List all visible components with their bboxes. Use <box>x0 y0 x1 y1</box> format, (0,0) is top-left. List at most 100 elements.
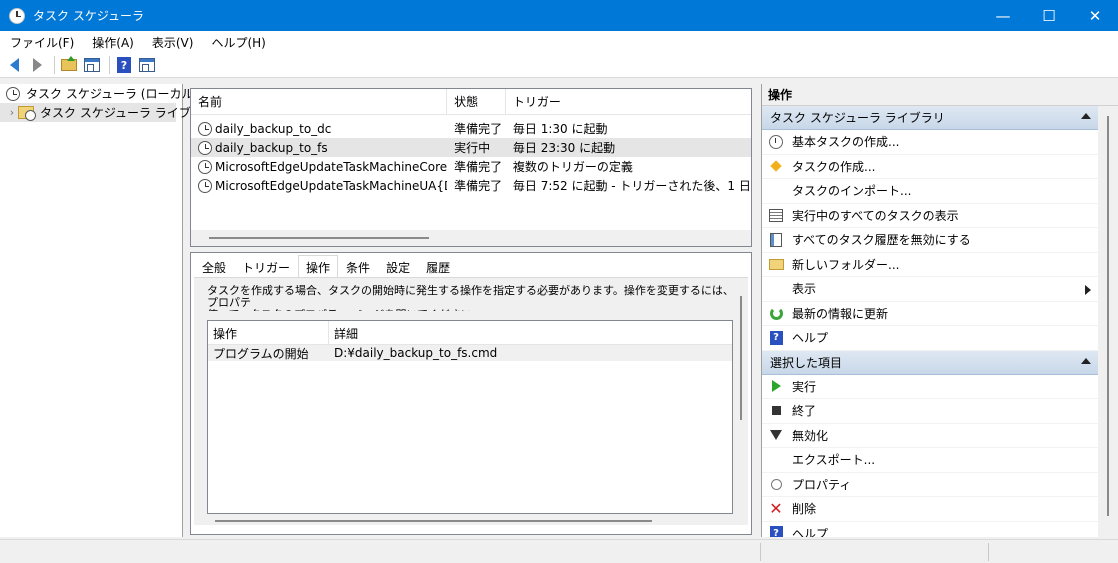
column-header-name[interactable]: 名前 <box>191 89 448 115</box>
task-name: daily_backup_to_dc <box>215 121 332 136</box>
collapse-icon[interactable] <box>1081 113 1091 119</box>
column-header-trigger[interactable]: トリガー <box>506 89 751 115</box>
up-folder-button[interactable] <box>59 55 79 75</box>
action-export[interactable]: エクスポート... <box>762 448 1099 473</box>
action-label: 削除 <box>792 502 817 517</box>
action-label: すべてのタスク履歴を無効にする <box>792 233 971 248</box>
action-label: 実行 <box>792 379 817 394</box>
action-help[interactable]: ? ヘルプ <box>762 326 1099 351</box>
create-task-icon <box>768 158 784 174</box>
window-title: タスク スケジューラ <box>33 9 144 23</box>
grid-header: 操作 詳細 <box>208 321 732 345</box>
action-help-selected[interactable]: ? ヘルプ <box>762 522 1099 537</box>
tree-item-label: タスク スケジューラ ライブラリ <box>40 106 215 120</box>
tab-conditions[interactable]: 条件 <box>338 257 378 278</box>
task-row[interactable]: MicrosoftEdgeUpdateTaskMachineUA{D46... … <box>191 176 751 195</box>
toolbar-separator <box>54 56 55 74</box>
actions-pane: 操作 タスク スケジューラ ライブラリ 基本タスクの作成... タスクの作成..… <box>761 84 1118 537</box>
folder-up-icon <box>61 56 77 71</box>
tab-actions[interactable]: 操作 <box>298 255 339 278</box>
tree-item-label: タスク スケジューラ (ローカル) <box>26 87 199 101</box>
new-folder-icon <box>768 256 784 272</box>
action-pane-icon <box>139 58 155 72</box>
action-create-task[interactable]: タスクの作成... <box>762 155 1099 179</box>
back-button[interactable] <box>4 55 24 75</box>
status-bar <box>0 539 1118 563</box>
tab-history[interactable]: 履歴 <box>418 257 458 278</box>
group-header-label: タスク スケジューラ ライブラリ <box>770 111 945 125</box>
action-run[interactable]: 実行 <box>762 375 1099 399</box>
vertical-scrollbar-thumb[interactable] <box>740 296 742 420</box>
help-icon: ? <box>117 57 131 73</box>
task-list: 名前 状態 トリガー daily_backup_to_dc 準備完了 毎日 1:… <box>190 88 752 247</box>
group-header-library[interactable]: タスク スケジューラ ライブラリ <box>762 106 1099 130</box>
task-status: 準備完了 <box>454 179 503 193</box>
running-tasks-icon <box>768 207 784 223</box>
column-header-action[interactable]: 操作 <box>208 321 329 345</box>
action-label: 終了 <box>792 404 817 419</box>
action-properties[interactable]: プロパティ <box>762 473 1099 497</box>
menu-file[interactable]: ファイル(F) <box>0 34 82 51</box>
run-icon <box>768 378 784 394</box>
menu-action[interactable]: 操作(A) <box>82 34 142 51</box>
action-disable-history[interactable]: すべてのタスク履歴を無効にする <box>762 228 1099 253</box>
action-show-running-tasks[interactable]: 実行中のすべてのタスクの表示 <box>762 204 1099 228</box>
action-end[interactable]: 終了 <box>762 399 1099 424</box>
refresh-icon <box>768 305 784 321</box>
chevron-right-icon[interactable]: › <box>6 106 18 119</box>
action-delete[interactable]: ✕ 削除 <box>762 497 1099 522</box>
column-header-status[interactable]: 状態 <box>447 89 506 115</box>
task-row[interactable]: MicrosoftEdgeUpdateTaskMachineCore{12...… <box>191 157 751 176</box>
group-header-selected[interactable]: 選択した項目 <box>762 350 1099 375</box>
horizontal-scrollbar-thumb[interactable] <box>215 520 652 522</box>
task-trigger: 複数のトリガーの定義 <box>512 160 633 174</box>
tab-settings[interactable]: 設定 <box>378 257 418 278</box>
action-view[interactable]: 表示 <box>762 277 1099 302</box>
actions-tab-panel: タスクを作成する場合、タスクの開始時に発生する操作を指定する必要があります。操作… <box>194 277 748 525</box>
help-button[interactable]: ? <box>114 55 134 75</box>
horizontal-scrollbar[interactable] <box>191 230 751 246</box>
column-header-detail[interactable]: 詳細 <box>329 321 732 345</box>
menu-help[interactable]: ヘルプ(H) <box>201 34 273 51</box>
collapse-icon[interactable] <box>1081 357 1091 364</box>
task-clock-icon <box>198 159 212 174</box>
close-button[interactable]: ✕ <box>1072 0 1118 31</box>
task-clock-icon <box>198 178 212 193</box>
grid-row[interactable]: プログラムの開始 D:¥daily_backup_to_fs.cmd <box>208 345 732 361</box>
scrollbar-thumb[interactable] <box>209 237 429 239</box>
tab-triggers[interactable]: トリガー <box>234 257 298 278</box>
maximize-button[interactable]: ☐ <box>1026 0 1072 31</box>
menu-view[interactable]: 表示(V) <box>142 34 202 51</box>
console-tree-icon <box>84 58 100 72</box>
title-bar: タスク スケジューラ — ☐ ✕ <box>0 0 1118 31</box>
task-trigger: 毎日 7:52 に起動 - トリガーされた後、1 日間 の間 <box>512 179 751 193</box>
show-hide-action-pane-button[interactable] <box>137 55 157 75</box>
task-row[interactable]: daily_backup_to_dc 準備完了 毎日 1:30 に起動 <box>191 119 751 138</box>
minimize-button[interactable]: — <box>980 0 1026 31</box>
show-hide-tree-button[interactable] <box>82 55 102 75</box>
action-import-task[interactable]: タスクのインポート... <box>762 179 1099 204</box>
action-label: 表示 <box>792 282 817 297</box>
action-refresh[interactable]: 最新の情報に更新 <box>762 302 1099 326</box>
action-new-folder[interactable]: 新しいフォルダー... <box>762 253 1099 277</box>
scrollbar-thumb[interactable] <box>1107 116 1109 516</box>
vertical-scrollbar[interactable] <box>1098 106 1118 537</box>
status-divider <box>988 543 989 561</box>
action-create-basic-task[interactable]: 基本タスクの作成... <box>762 130 1099 155</box>
task-row[interactable]: daily_backup_to_fs 実行中 毎日 23:30 に起動 <box>191 138 751 157</box>
action-label: エクスポート... <box>792 453 876 468</box>
clock-icon <box>6 86 20 101</box>
action-disable[interactable]: 無効化 <box>762 424 1099 448</box>
disable-icon <box>768 427 784 443</box>
group-header-label: 選択した項目 <box>770 355 843 370</box>
tab-general[interactable]: 全般 <box>194 257 234 278</box>
tree-item-root[interactable]: タスク スケジューラ (ローカル) <box>0 84 198 103</box>
forward-button[interactable] <box>27 55 47 75</box>
action-label: 最新の情報に更新 <box>792 306 889 321</box>
task-trigger: 毎日 23:30 に起動 <box>512 141 616 155</box>
tree-item-library[interactable]: › タスク スケジューラ ライブラリ <box>0 103 215 122</box>
action-label: ヘルプ <box>792 331 829 346</box>
clock-icon <box>9 7 25 24</box>
back-arrow-icon <box>9 58 19 72</box>
details-pane: 全般 トリガー 操作 条件 設定 履歴 タスクを作成する場合、タスクの開始時に発… <box>190 252 752 535</box>
